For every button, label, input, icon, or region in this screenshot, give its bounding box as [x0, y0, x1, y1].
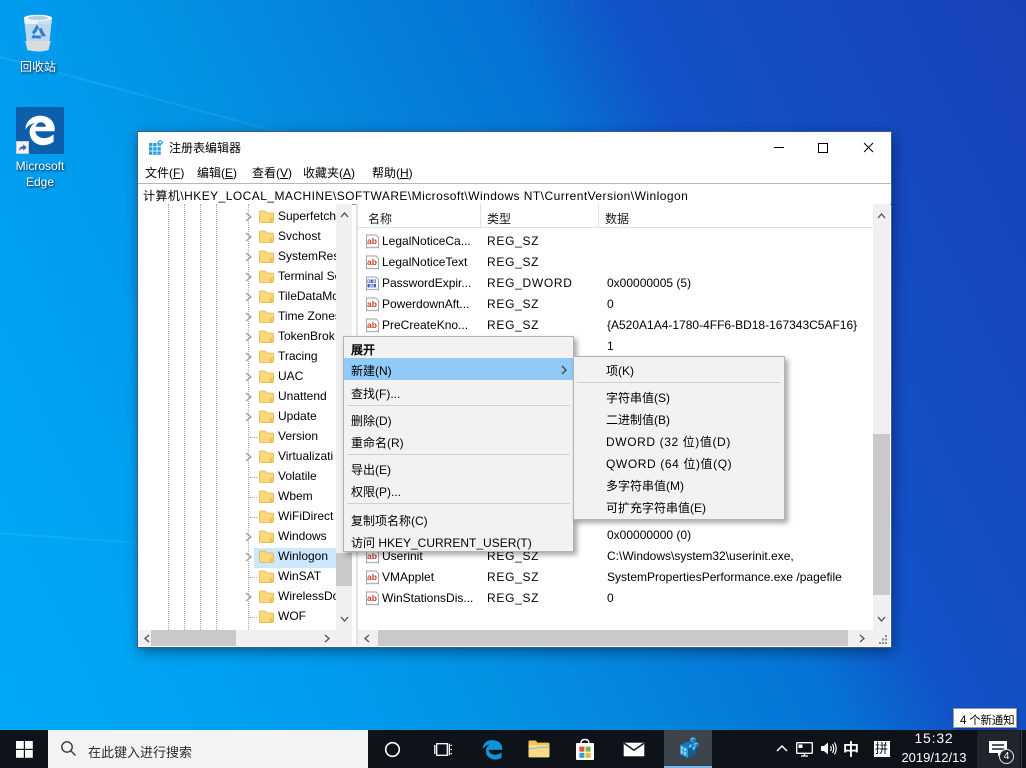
svg-text:ab: ab [367, 299, 377, 309]
svg-text:ab: ab [367, 572, 377, 582]
svg-text:ab: ab [367, 320, 377, 330]
svg-text:ab: ab [367, 551, 377, 561]
svg-text:ab: ab [367, 236, 377, 246]
svg-text:ab: ab [367, 257, 377, 267]
svg-text:ab: ab [367, 593, 377, 603]
